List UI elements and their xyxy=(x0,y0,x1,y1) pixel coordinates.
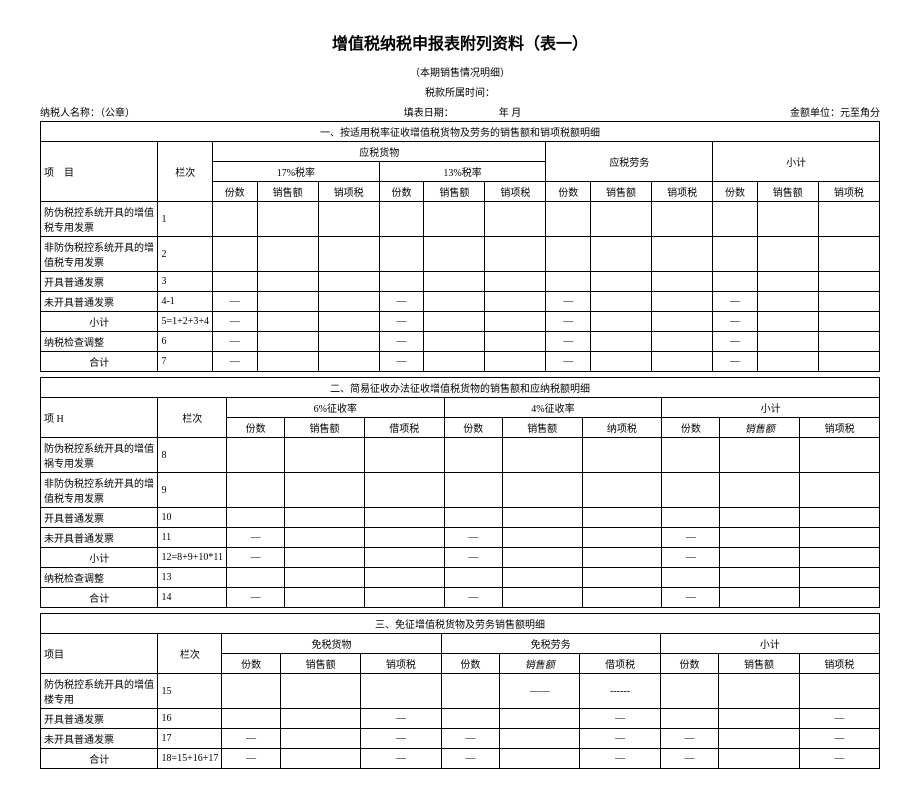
row10: 开具普通发票10 xyxy=(41,508,880,528)
fill-date-val: 年 月 xyxy=(499,108,522,119)
rate13: 13%税率 xyxy=(379,162,546,182)
unit-label: 金额单位：元至角分 xyxy=(790,104,880,119)
h-tax: 销项税 xyxy=(485,182,546,202)
h-sales: 销售额 xyxy=(502,418,582,438)
row7: 合计7———— xyxy=(41,352,880,372)
h-copies: 份数 xyxy=(441,654,500,674)
period-label: 税款所属时间： xyxy=(40,84,880,99)
col-goods: 应税货物 xyxy=(213,142,546,162)
h-sales-it: 销售额 xyxy=(720,418,800,438)
h-sales: 销售额 xyxy=(757,182,818,202)
row5: 小计5=1+2+3+4———— xyxy=(41,312,880,332)
section3-header: 三、免征增值税货物及劳务销售额明细 xyxy=(41,614,880,634)
h-sales: 销售额 xyxy=(285,418,365,438)
col-lane: 栏次 xyxy=(158,142,213,202)
col-total: 小计 xyxy=(662,398,880,418)
h-tax: 销项税 xyxy=(799,654,879,674)
h-natax: 纳项税 xyxy=(582,418,662,438)
section1-header: 一、按适用税率征收增值税货物及劳务的销售额和销项税额明细 xyxy=(41,122,880,142)
taxpayer-label: 纳税人名称：（公章） xyxy=(40,104,135,119)
h-sales: 销售额 xyxy=(719,654,799,674)
h-copies: 份数 xyxy=(213,182,258,202)
row1: 防伪税控系统开具的增值税专用发票1 xyxy=(41,202,880,237)
row6: 纳税检查调整6———— xyxy=(41,332,880,352)
h-debit: 借项税 xyxy=(580,654,660,674)
row15: 防伪税控系统开具的增值楼专用15——------ xyxy=(41,674,880,709)
row18: 合计18=15+16+17—————— xyxy=(41,749,880,769)
section2-header: 二、简易征收办法征收增值税货物的销售额和应纳税额明细 xyxy=(41,378,880,398)
col-item3: 项目 xyxy=(41,634,158,674)
row13: 纳税检查调整13 xyxy=(41,568,880,588)
section2-table: 二、简易征收办法征收增值税货物的销售额和应纳税额明细 项 H 栏次 6%征收率 … xyxy=(40,377,880,608)
h-copies: 份数 xyxy=(713,182,758,202)
h-copies: 份数 xyxy=(222,654,281,674)
row14: 合计14——— xyxy=(41,588,880,608)
h-sales: 销售额 xyxy=(257,182,318,202)
section3-table: 三、免征增值税货物及劳务销售额明细 项目 栏次 免税货物 免税劳务 小计 份数销… xyxy=(40,613,880,769)
fill-date-label: 填表日期： xyxy=(404,108,449,119)
h-copies: 份数 xyxy=(546,182,591,202)
h-sales: 销售额 xyxy=(280,654,360,674)
rate17: 17%税率 xyxy=(213,162,380,182)
page-title: 增值税纳税申报表附列资料（表一） xyxy=(40,30,880,54)
subtitle: （本期销售情况明细） xyxy=(40,64,880,79)
row2: 非防伪税控系统开具的增值税专用发票2 xyxy=(41,237,880,272)
h-copies: 份数 xyxy=(444,418,502,438)
row11: 未开具普通发票11——— xyxy=(41,528,880,548)
col-lane: 栏次 xyxy=(158,398,227,438)
col-item2: 项 H xyxy=(41,398,158,438)
row3: 开具普通发票3 xyxy=(41,272,880,292)
row8: 防伪税控系统开具的增值祸专用发票8 xyxy=(41,438,880,473)
h-copies: 份数 xyxy=(227,418,285,438)
rate6: 6%征收率 xyxy=(227,398,445,418)
h-tax: 销项税 xyxy=(818,182,879,202)
col-item: 项 目 xyxy=(41,142,158,202)
h-tax: 销项税 xyxy=(361,654,441,674)
col-total: 小计 xyxy=(713,142,880,182)
col-lane: 栏次 xyxy=(158,634,222,674)
row12: 小计12=8+9+10*11——— xyxy=(41,548,880,568)
row4: 未开具普通发票4-1———— xyxy=(41,292,880,312)
section1-table: 一、按适用税率征收增值税货物及劳务的销售额和销项税额明细 项 目 栏次 应税货物… xyxy=(40,121,880,372)
h-sales-it2: 销售额 xyxy=(500,654,580,674)
row17: 未开具普通发票17—————— xyxy=(41,729,880,749)
h-sales: 销售额 xyxy=(591,182,652,202)
h-tax: 销项税 xyxy=(652,182,713,202)
rate4: 4%征收率 xyxy=(444,398,662,418)
h-sales: 销售额 xyxy=(424,182,485,202)
h-copies: 份数 xyxy=(662,418,720,438)
h-debit: 借项税 xyxy=(364,418,444,438)
row16: 开具普通发票16——— xyxy=(41,709,880,729)
h-copies: 份数 xyxy=(660,654,719,674)
row9: 非防伪税控系统开具的增值税专用发票9 xyxy=(41,473,880,508)
col-service: 应税劳务 xyxy=(546,142,713,182)
h-tax: 销项税 xyxy=(800,418,880,438)
h-tax: 销项税 xyxy=(318,182,379,202)
h-copies: 份数 xyxy=(379,182,424,202)
